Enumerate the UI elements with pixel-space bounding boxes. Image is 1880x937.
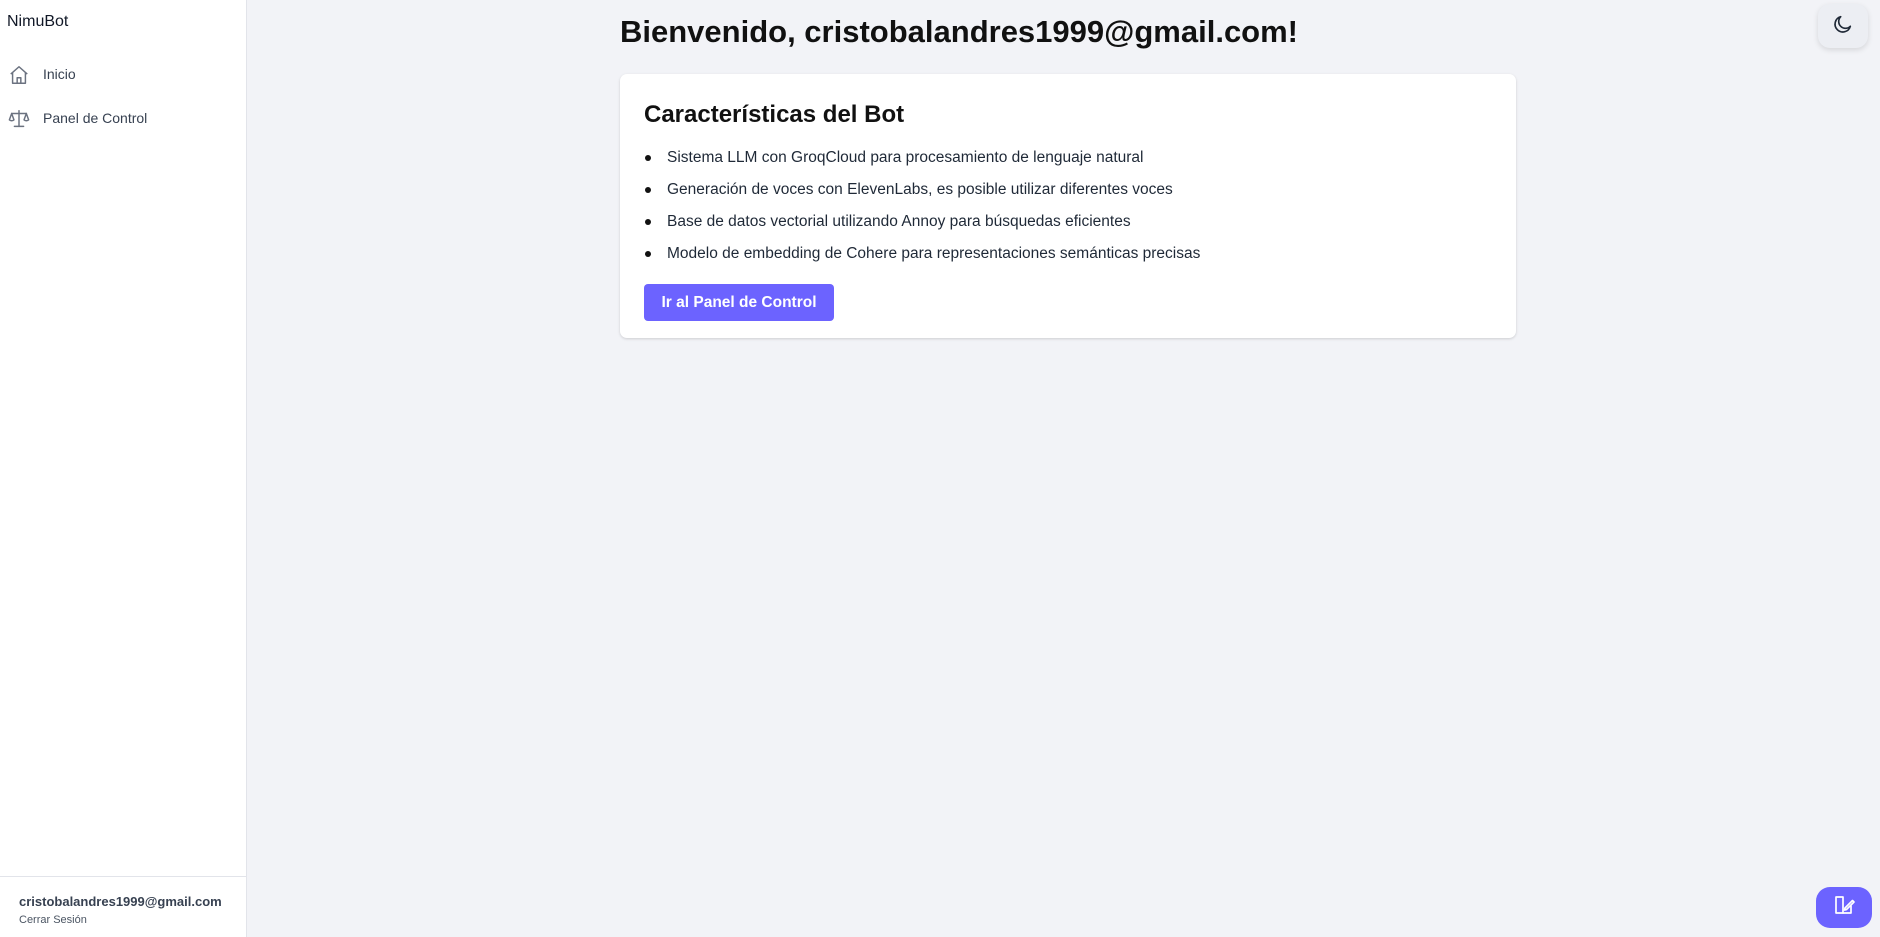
floating-action-button[interactable] — [1816, 887, 1872, 928]
theme-toggle-button[interactable] — [1818, 4, 1868, 48]
list-item: Base de datos vectorial utilizando Annoy… — [644, 212, 1200, 244]
feature-text: Sistema LLM con GroqCloud para procesami… — [667, 149, 1144, 166]
features-list: Sistema LLM con GroqCloud para procesami… — [644, 148, 1200, 276]
feature-text: Base de datos vectorial utilizando Annoy… — [667, 213, 1131, 230]
list-item: Generación de voces con ElevenLabs, es p… — [644, 180, 1200, 212]
sidebar: NimuBot Inicio Panel de Control cristoba… — [0, 0, 247, 937]
scale-icon — [8, 108, 30, 130]
sidebar-item-panel-de-control[interactable]: Panel de Control — [0, 100, 246, 136]
bullet-icon — [645, 155, 651, 161]
sidebar-item-inicio[interactable]: Inicio — [0, 56, 246, 92]
logout-link[interactable]: Cerrar Sesión — [19, 914, 87, 926]
brand-title: NimuBot — [7, 13, 69, 30]
go-to-panel-button[interactable]: Ir al Panel de Control — [644, 284, 834, 321]
feature-text: Generación de voces con ElevenLabs, es p… — [667, 181, 1173, 198]
sidebar-item-label: Panel de Control — [43, 110, 148, 126]
user-email: cristobalandres1999@gmail.com — [19, 894, 222, 909]
page-title: Bienvenido, cristobalandres1999@gmail.co… — [620, 14, 1299, 49]
list-item: Modelo de embedding de Cohere para repre… — [644, 244, 1200, 276]
card-title: Características del Bot — [644, 101, 905, 128]
sidebar-footer: cristobalandres1999@gmail.com Cerrar Ses… — [0, 876, 246, 937]
feature-text: Modelo de embedding de Cohere para repre… — [667, 245, 1201, 262]
bullet-icon — [645, 219, 651, 225]
bullet-icon — [645, 251, 651, 257]
features-card: Características del Bot Sistema LLM con … — [620, 74, 1516, 338]
list-item: Sistema LLM con GroqCloud para procesami… — [644, 148, 1200, 180]
home-icon — [8, 64, 30, 86]
book-edit-icon — [1832, 893, 1856, 922]
moon-icon — [1832, 13, 1854, 40]
sidebar-item-label: Inicio — [43, 66, 76, 82]
app-root: NimuBot Inicio Panel de Control cristoba… — [0, 0, 1880, 937]
bullet-icon — [645, 187, 651, 193]
